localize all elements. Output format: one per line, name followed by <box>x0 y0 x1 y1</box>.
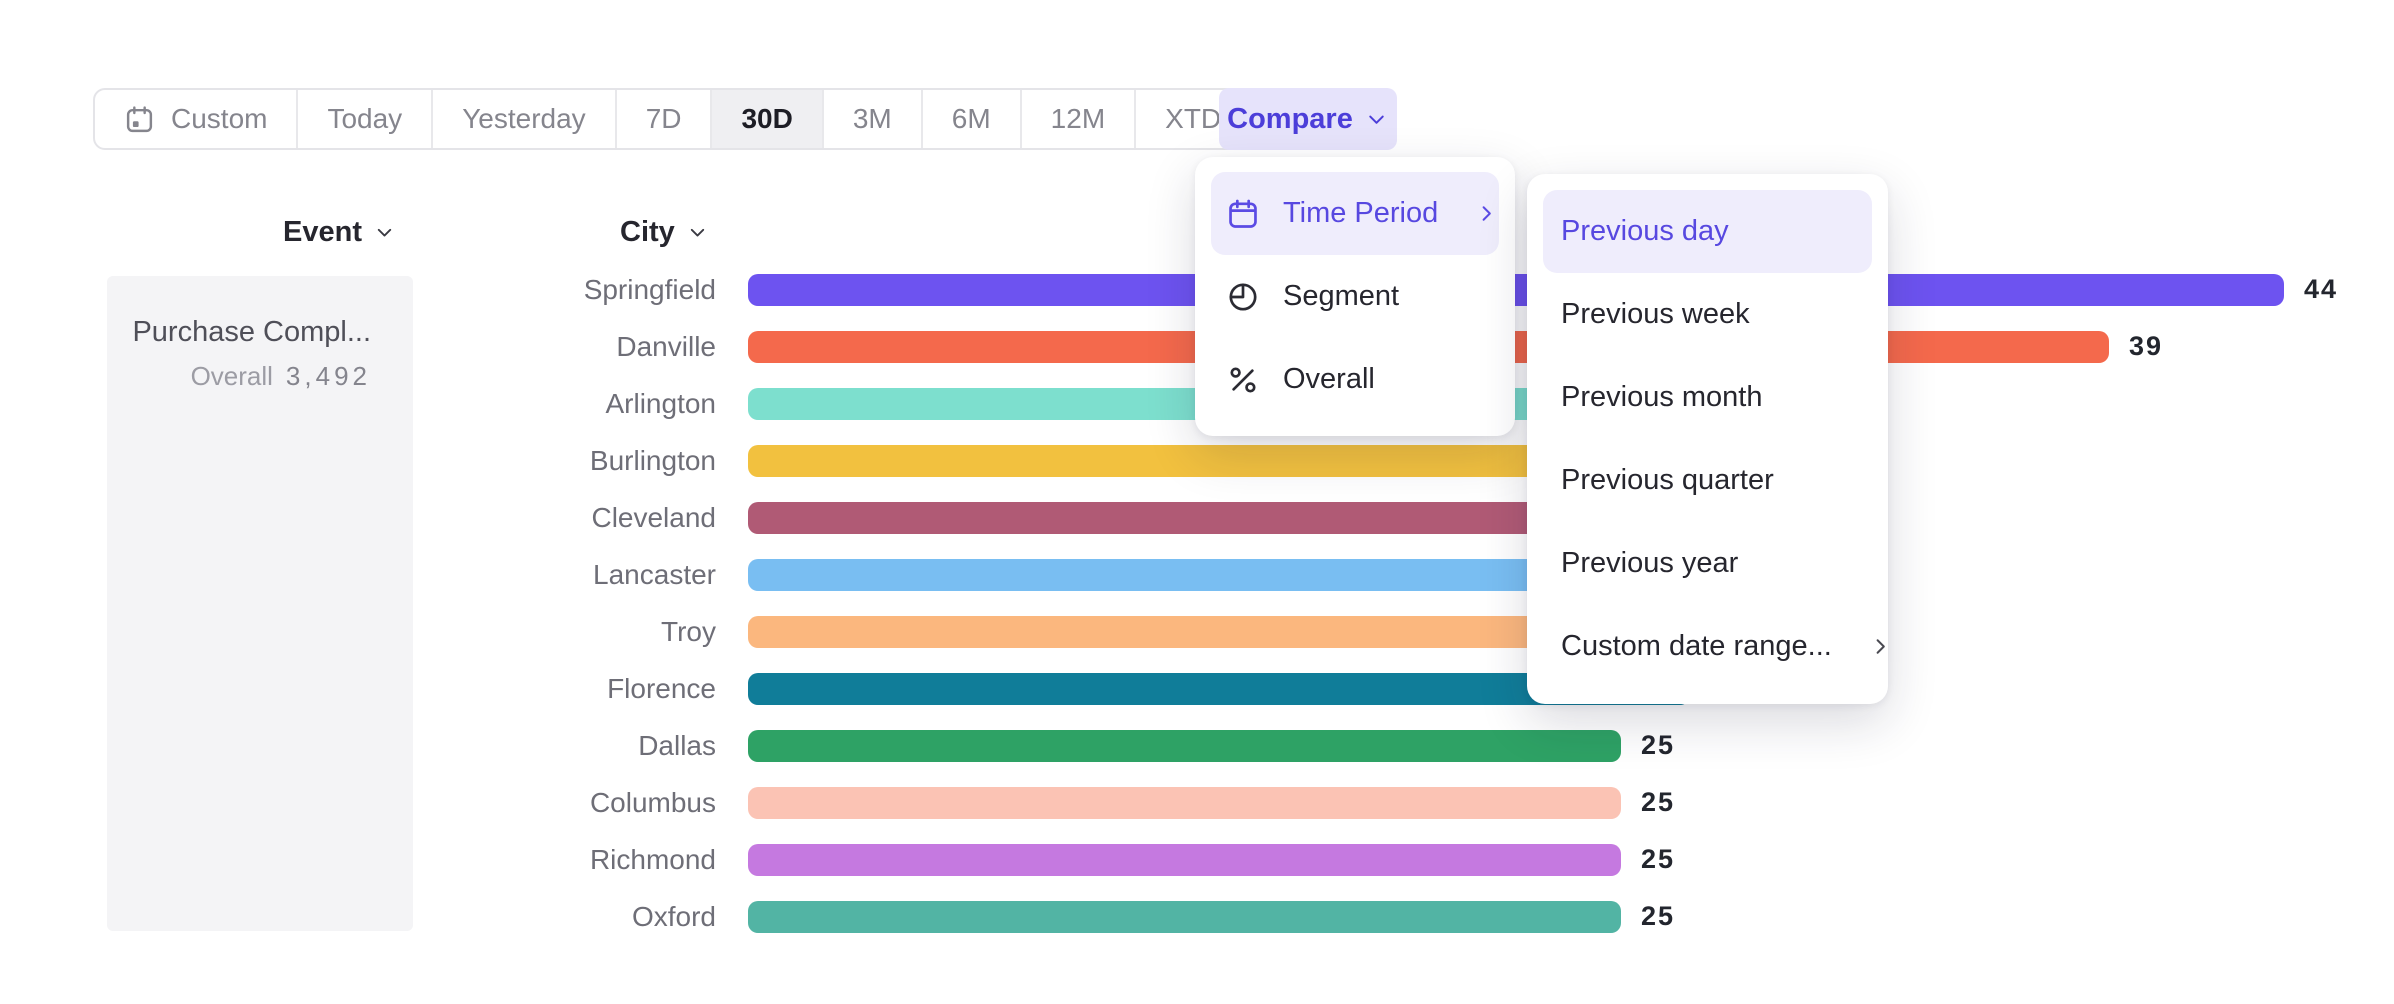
chart-row-troy: Troy <box>0 603 2394 660</box>
chevron-right-icon <box>1868 634 1893 659</box>
compare-menu-item-overall[interactable]: Overall <box>1211 338 1499 421</box>
city-label: Columbus <box>0 787 716 819</box>
date-range-toolbar: Custom Today Yesterday 7D 30D 3M 6M 12M XTD <box>93 88 1290 150</box>
menu-item-label: Previous quarter <box>1561 464 1774 497</box>
chevron-down-icon <box>686 221 709 244</box>
menu-item-label: Previous month <box>1561 381 1763 414</box>
city-label: Arlington <box>0 388 716 420</box>
menu-item-label: Custom date range... <box>1561 630 1832 663</box>
bar-value: 25 <box>1641 844 1675 875</box>
compare-button[interactable]: Compare <box>1219 88 1397 150</box>
range-segment-3m[interactable]: 3M <box>824 90 923 148</box>
percent-icon <box>1226 363 1260 397</box>
city-label: Danville <box>0 331 716 363</box>
calendar-icon <box>124 104 155 135</box>
menu-item-label: Previous day <box>1561 215 1729 248</box>
calendar-period-icon <box>1226 197 1260 231</box>
range-segment-label: Yesterday <box>462 103 586 135</box>
chart-row-richmond: Richmond 25 <box>0 831 2394 888</box>
city-label: Burlington <box>0 445 716 477</box>
bar-dallas[interactable] <box>748 730 1621 762</box>
chart-row-florence: Florence <box>0 660 2394 717</box>
range-segment-30d[interactable]: 30D <box>712 90 823 148</box>
menu-item-label: Overall <box>1283 363 1375 396</box>
chart-row-cleveland: Cleveland <box>0 489 2394 546</box>
menu-item-label: Previous week <box>1561 298 1750 331</box>
range-segment-label: XTD <box>1165 103 1221 135</box>
city-label: Lancaster <box>0 559 716 591</box>
city-label: Richmond <box>0 844 716 876</box>
compare-menu-item-segment[interactable]: Segment <box>1211 255 1499 338</box>
bar-columbus[interactable] <box>748 787 1621 819</box>
city-label: Springfield <box>0 274 716 306</box>
submenu-item-previous-quarter[interactable]: Previous quarter <box>1543 439 1872 522</box>
range-segment-label: 12M <box>1051 103 1105 135</box>
segment-icon <box>1226 280 1260 314</box>
city-label: Dallas <box>0 730 716 762</box>
bar-value: 25 <box>1641 730 1675 761</box>
event-column-header[interactable]: Event <box>283 216 396 249</box>
bar-value: 25 <box>1641 901 1675 932</box>
chart-row-burlington: Burlington <box>0 432 2394 489</box>
time-period-submenu-popup: Previous day Previous week Previous month P… <box>1527 174 1888 704</box>
compare-menu-item-time-period[interactable]: Time Period <box>1211 172 1499 255</box>
event-column-header-label: Event <box>283 216 362 249</box>
city-column-header[interactable]: City <box>620 216 709 249</box>
chart-row-lancaster: Lancaster <box>0 546 2394 603</box>
bar-oxford[interactable] <box>748 901 1621 933</box>
range-segment-custom[interactable]: Custom <box>95 90 298 148</box>
range-segment-label: Today <box>327 103 402 135</box>
range-segment-label: 30D <box>741 103 792 135</box>
range-segment-label: Custom <box>171 103 267 135</box>
chevron-right-icon <box>1474 201 1499 226</box>
submenu-item-previous-week[interactable]: Previous week <box>1543 273 1872 356</box>
compare-menu-popup: Time Period Segment Overall <box>1195 157 1515 436</box>
menu-item-label: Time Period <box>1283 197 1438 230</box>
bar-value: 25 <box>1641 787 1675 818</box>
bar-value: 39 <box>2129 331 2163 362</box>
range-segment-label: 6M <box>952 103 991 135</box>
range-segment-6m[interactable]: 6M <box>923 90 1022 148</box>
compare-button-label: Compare <box>1227 103 1353 136</box>
bar-value: 44 <box>2304 274 2338 305</box>
chart-row-dallas: Dallas 25 <box>0 717 2394 774</box>
chart-row-oxford: Oxford 25 <box>0 888 2394 945</box>
range-segment-7d[interactable]: 7D <box>617 90 713 148</box>
city-label: Florence <box>0 673 716 705</box>
submenu-item-previous-month[interactable]: Previous month <box>1543 356 1872 439</box>
chevron-down-icon <box>1364 107 1389 132</box>
city-label: Cleveland <box>0 502 716 534</box>
bar-springfield[interactable] <box>748 274 2284 306</box>
range-segment-12m[interactable]: 12M <box>1022 90 1136 148</box>
bar-richmond[interactable] <box>748 844 1621 876</box>
menu-item-label: Segment <box>1283 280 1399 313</box>
range-segment-label: 7D <box>646 103 682 135</box>
submenu-item-custom-date-range[interactable]: Custom date range... <box>1543 605 1872 688</box>
city-label: Oxford <box>0 901 716 933</box>
range-segment-yesterday[interactable]: Yesterday <box>433 90 617 148</box>
city-column-header-label: City <box>620 216 675 249</box>
chart-row-columbus: Columbus 25 <box>0 774 2394 831</box>
menu-item-label: Previous year <box>1561 547 1738 580</box>
range-segment-today[interactable]: Today <box>298 90 433 148</box>
chevron-down-icon <box>373 221 396 244</box>
city-label: Troy <box>0 616 716 648</box>
submenu-item-previous-day[interactable]: Previous day <box>1543 190 1872 273</box>
submenu-item-previous-year[interactable]: Previous year <box>1543 522 1872 605</box>
range-segment-label: 3M <box>853 103 892 135</box>
